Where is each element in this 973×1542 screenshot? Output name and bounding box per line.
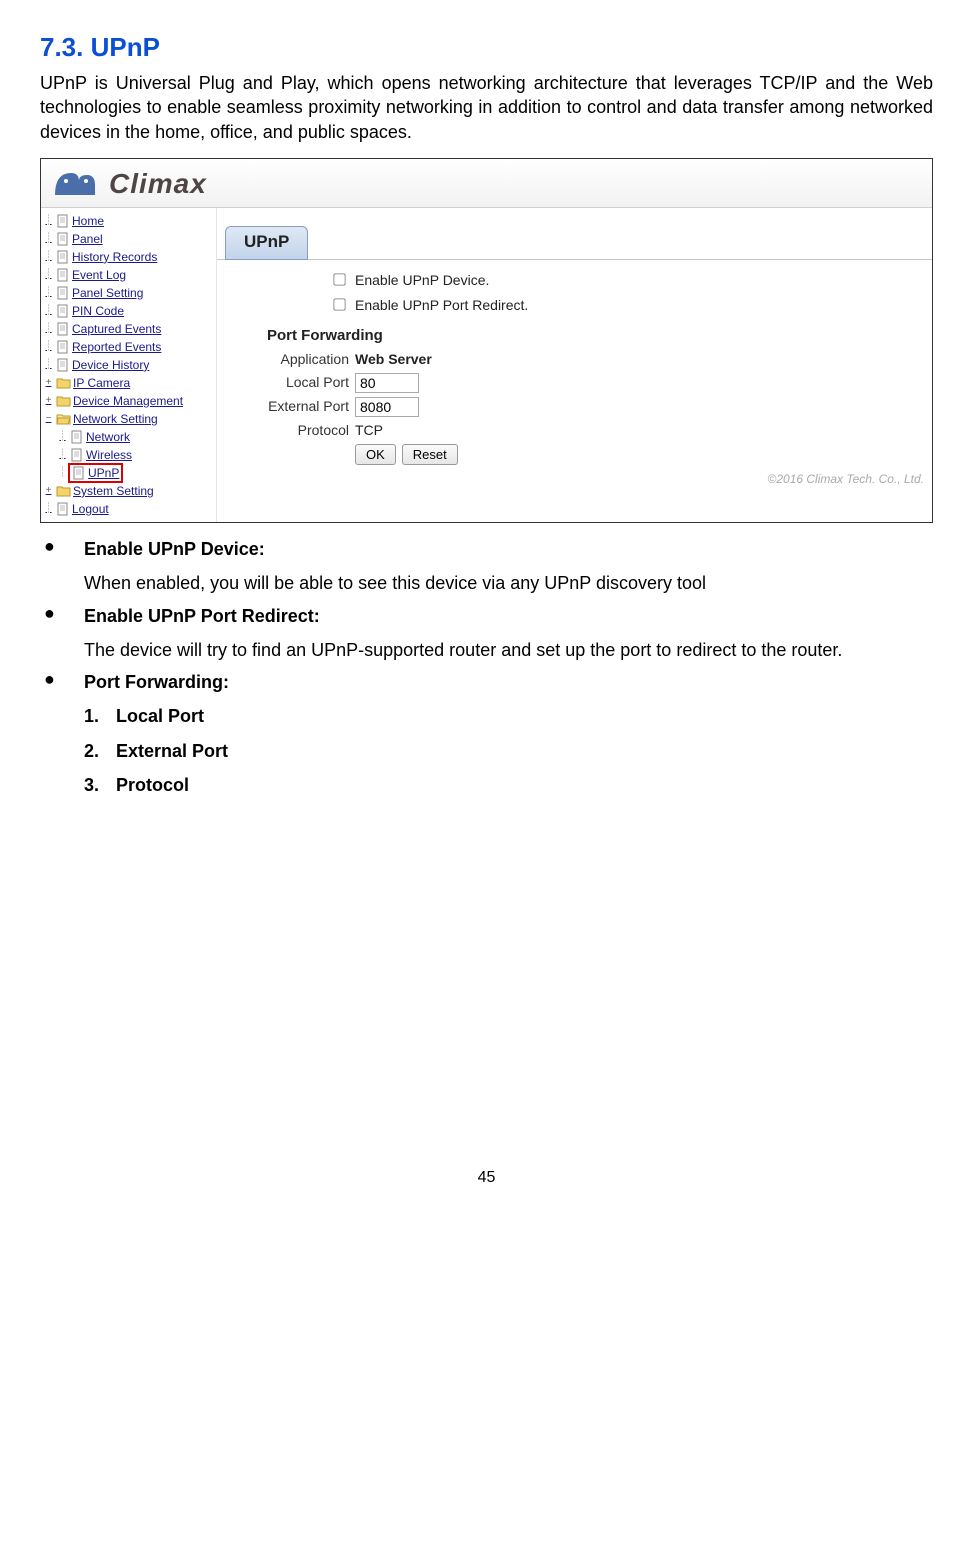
nav-item-captured-events[interactable]: ┊Captured Events bbox=[41, 320, 216, 338]
section-title-text: UPnP bbox=[91, 32, 160, 62]
folder-icon bbox=[56, 484, 71, 497]
bullet-enable-redirect: ● Enable UPnP Port Redirect: bbox=[40, 604, 933, 628]
doc-icon bbox=[70, 430, 84, 444]
input-external-port[interactable] bbox=[355, 397, 419, 417]
row-protocol: Protocol TCP bbox=[237, 421, 932, 440]
nav-item-home[interactable]: ┊Home bbox=[41, 212, 216, 230]
doc-icon bbox=[56, 286, 70, 300]
climax-logo-icon bbox=[49, 165, 103, 203]
checkbox-enable-redirect[interactable] bbox=[333, 298, 345, 310]
folder-icon bbox=[56, 394, 71, 407]
nav-item-panel-setting[interactable]: ┊Panel Setting bbox=[41, 284, 216, 302]
bullet-desc: The device will try to find an UPnP-supp… bbox=[84, 638, 933, 662]
doc-icon bbox=[56, 502, 70, 516]
doc-icon bbox=[56, 250, 70, 264]
bullet-title: Port Forwarding: bbox=[84, 670, 229, 694]
nav-item-reported-events[interactable]: ┊Reported Events bbox=[41, 338, 216, 356]
row-application: Application Web Server bbox=[237, 350, 932, 369]
bullet-icon: ● bbox=[40, 604, 84, 624]
port-forwarding-heading: Port Forwarding bbox=[267, 326, 932, 346]
nav-item-history-records[interactable]: ┊History Records bbox=[41, 248, 216, 266]
doc-icon bbox=[56, 340, 70, 354]
nav-item-event-log[interactable]: ┊Event Log bbox=[41, 266, 216, 284]
doc-icon bbox=[70, 448, 84, 462]
nav-item-pin-code[interactable]: ┊PIN Code bbox=[41, 302, 216, 320]
row-external-port: External Port bbox=[237, 397, 932, 417]
main-panel: UPnP Enable UPnP Device. Enable UPnP Por… bbox=[217, 208, 932, 522]
nav-item-logout[interactable]: ┊Logout bbox=[41, 500, 216, 518]
screenshot-frame: Climax ┊Home ┊Panel ┊History Records ┊Ev… bbox=[40, 158, 933, 523]
expand-icon[interactable]: + bbox=[43, 376, 54, 390]
value-protocol: TCP bbox=[355, 421, 383, 440]
nav-item-network-setting[interactable]: −Network Setting bbox=[41, 410, 216, 428]
label-protocol: Protocol bbox=[237, 421, 355, 440]
label-external-port: External Port bbox=[237, 397, 355, 416]
input-local-port[interactable] bbox=[355, 373, 419, 393]
expand-icon[interactable]: + bbox=[43, 484, 54, 498]
row-local-port: Local Port bbox=[237, 373, 932, 393]
row-enable-redirect: Enable UPnP Port Redirect. bbox=[237, 295, 932, 316]
label-enable-redirect: Enable UPnP Port Redirect. bbox=[355, 296, 528, 315]
doc-icon bbox=[56, 358, 70, 372]
list-item: 3.Protocol bbox=[84, 773, 933, 797]
value-application: Web Server bbox=[355, 350, 432, 369]
logo: Climax bbox=[49, 165, 207, 203]
doc-icon bbox=[56, 268, 70, 282]
doc-icon bbox=[56, 232, 70, 246]
label-application: Application bbox=[237, 350, 355, 369]
checkbox-enable-device[interactable] bbox=[333, 273, 345, 285]
bullet-title: Enable UPnP Device: bbox=[84, 537, 265, 561]
list-item: 1.Local Port bbox=[84, 704, 933, 728]
bullet-enable-device: ● Enable UPnP Device: bbox=[40, 537, 933, 561]
list-item: 2.External Port bbox=[84, 739, 933, 763]
section-intro: UPnP is Universal Plug and Play, which o… bbox=[40, 71, 933, 144]
nav-item-network[interactable]: ┊Network bbox=[41, 428, 216, 446]
ok-button[interactable]: OK bbox=[355, 444, 396, 465]
label-local-port: Local Port bbox=[237, 373, 355, 392]
doc-icon bbox=[56, 322, 70, 336]
nav-item-system-setting[interactable]: +System Setting bbox=[41, 482, 216, 500]
nav-item-device-history[interactable]: ┊Device History bbox=[41, 356, 216, 374]
bullet-icon: ● bbox=[40, 670, 84, 690]
bullet-port-forwarding: ● Port Forwarding: bbox=[40, 670, 933, 694]
label-enable-device: Enable UPnP Device. bbox=[355, 271, 489, 290]
nav-item-device-management[interactable]: +Device Management bbox=[41, 392, 216, 410]
nav-item-panel[interactable]: ┊Panel bbox=[41, 230, 216, 248]
nav-item-ip-camera[interactable]: +IP Camera bbox=[41, 374, 216, 392]
logo-text: Climax bbox=[109, 165, 207, 203]
nav-item-upnp[interactable]: ┊UPnP bbox=[41, 464, 216, 482]
doc-icon bbox=[56, 304, 70, 318]
bullet-icon: ● bbox=[40, 537, 84, 557]
nav-item-wireless[interactable]: ┊Wireless bbox=[41, 446, 216, 464]
bullet-title: Enable UPnP Port Redirect: bbox=[84, 604, 320, 628]
nav-tree: ┊Home ┊Panel ┊History Records ┊Event Log… bbox=[41, 208, 217, 522]
copyright-text: ©2016 Climax Tech. Co., Ltd. bbox=[217, 469, 932, 491]
folder-icon bbox=[56, 376, 71, 389]
page-number: 45 bbox=[40, 1167, 933, 1189]
row-buttons: OK Reset bbox=[237, 444, 932, 465]
section-heading: 7.3. UPnP bbox=[40, 30, 933, 65]
screenshot-header: Climax bbox=[41, 159, 932, 208]
expand-icon[interactable]: + bbox=[43, 394, 54, 408]
bullet-section: ● Enable UPnP Device: When enabled, you … bbox=[40, 537, 933, 797]
tab-upnp[interactable]: UPnP bbox=[225, 226, 308, 260]
section-number: 7.3. bbox=[40, 32, 83, 62]
row-enable-device: Enable UPnP Device. bbox=[237, 270, 932, 291]
bullet-desc: When enabled, you will be able to see th… bbox=[84, 571, 933, 595]
reset-button[interactable]: Reset bbox=[402, 444, 458, 465]
doc-icon bbox=[56, 214, 70, 228]
collapse-icon[interactable]: − bbox=[43, 412, 54, 426]
folder-open-icon bbox=[56, 412, 71, 425]
doc-icon bbox=[72, 466, 86, 480]
numbered-list: 1.Local Port 2.External Port 3.Protocol bbox=[84, 704, 933, 797]
